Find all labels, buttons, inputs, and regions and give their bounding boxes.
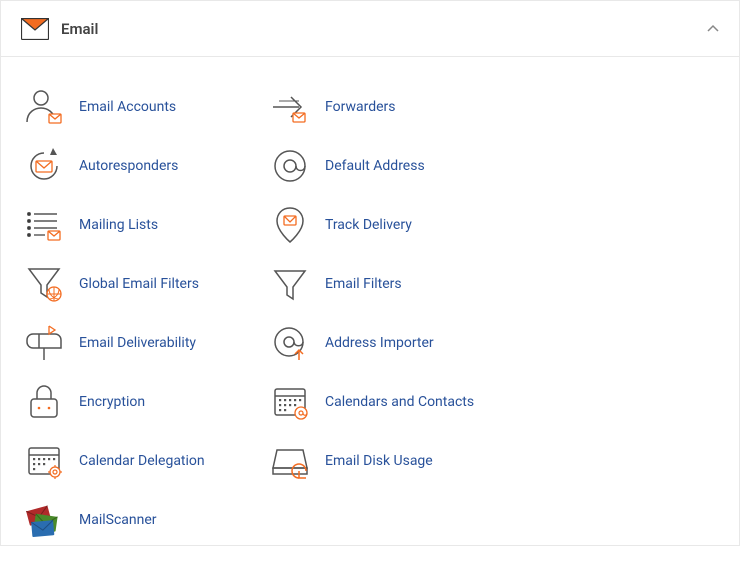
mailscanner-link[interactable]: MailScanner (1, 490, 247, 549)
track-delivery-link[interactable]: Track Delivery (247, 195, 493, 254)
item-label: Encryption (79, 394, 145, 410)
item-label: Email Filters (325, 276, 402, 292)
panel-header[interactable]: Email (1, 1, 739, 57)
item-label: MailScanner (79, 512, 157, 528)
item-label: Email Deliverability (79, 335, 196, 351)
email-deliverability-link[interactable]: Email Deliverability (1, 313, 247, 372)
item-label: Calendar Delegation (79, 453, 205, 469)
at-download-icon (269, 322, 311, 364)
email-accounts-link[interactable]: Email Accounts (1, 77, 247, 136)
chevron-up-icon (707, 23, 719, 35)
calendars-contacts-link[interactable]: Calendars and Contacts (247, 372, 493, 431)
mailing-lists-link[interactable]: Mailing Lists (1, 195, 247, 254)
panel-title: Email (61, 20, 98, 38)
user-envelope-icon (23, 86, 65, 128)
item-label: Autoresponders (79, 158, 178, 174)
item-label: Address Importer (325, 335, 434, 351)
item-label: Global Email Filters (79, 276, 199, 292)
default-address-link[interactable]: Default Address (247, 136, 493, 195)
autoresponders-link[interactable]: Autoresponders (1, 136, 247, 195)
forwarders-link[interactable]: Forwarders (247, 77, 493, 136)
calendar-gear-icon (23, 440, 65, 482)
mailbox-icon (23, 322, 65, 364)
calendar-at-icon (269, 381, 311, 423)
at-symbol-icon (269, 145, 311, 187)
panel-body: Email Accounts Forwarders (1, 57, 739, 569)
disk-usage-icon (269, 440, 311, 482)
funnel-icon (269, 263, 311, 305)
encryption-link[interactable]: Encryption (1, 372, 247, 431)
refresh-envelope-icon (23, 145, 65, 187)
envelope-icon (21, 18, 49, 40)
item-label: Mailing Lists (79, 217, 158, 233)
item-label: Email Disk Usage (325, 453, 433, 469)
email-disk-usage-link[interactable]: Email Disk Usage (247, 431, 493, 490)
address-importer-link[interactable]: Address Importer (247, 313, 493, 372)
email-panel: Email Email Accounts (0, 0, 740, 546)
forward-arrow-icon (269, 86, 311, 128)
envelopes-stack-icon (23, 499, 65, 541)
item-label: Default Address (325, 158, 425, 174)
item-label: Calendars and Contacts (325, 394, 474, 410)
calendar-delegation-link[interactable]: Calendar Delegation (1, 431, 247, 490)
item-label: Forwarders (325, 99, 395, 115)
item-label: Track Delivery (325, 217, 412, 233)
list-envelope-icon (23, 204, 65, 246)
item-label: Email Accounts (79, 99, 176, 115)
funnel-globe-icon (23, 263, 65, 305)
email-filters-link[interactable]: Email Filters (247, 254, 493, 313)
pin-envelope-icon (269, 204, 311, 246)
global-email-filters-link[interactable]: Global Email Filters (1, 254, 247, 313)
lock-icon (23, 381, 65, 423)
